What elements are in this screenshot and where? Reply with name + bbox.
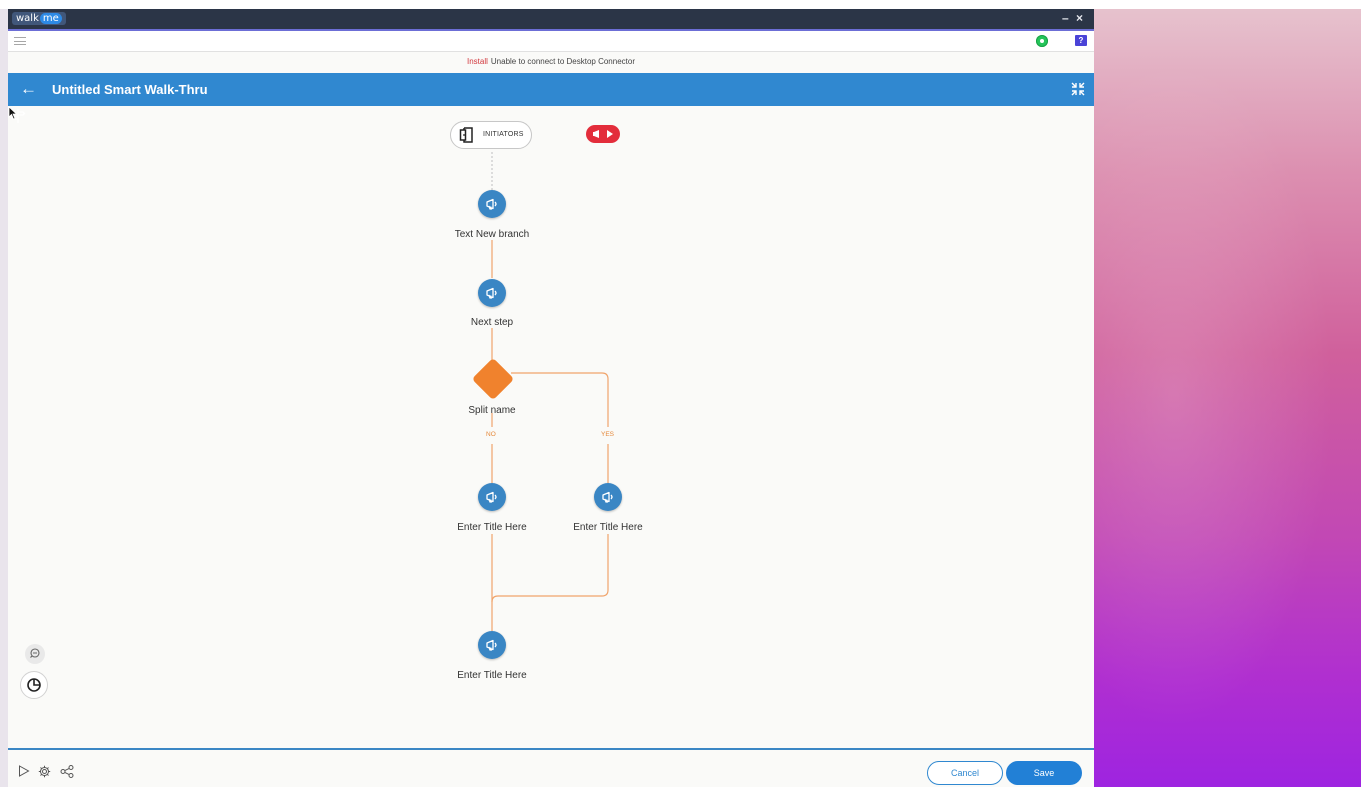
- launch-play-badge[interactable]: [586, 125, 620, 143]
- minimap-button[interactable]: [20, 671, 48, 699]
- connection-status-icon[interactable]: [1036, 35, 1048, 47]
- minimize-button[interactable]: –: [1062, 11, 1069, 25]
- top-toolbar: ?: [8, 31, 1094, 52]
- zoom-button[interactable]: [25, 644, 45, 664]
- megaphone-icon: [486, 198, 497, 210]
- step-node-yes-branch[interactable]: [594, 483, 622, 511]
- megaphone-icon: [486, 639, 497, 651]
- door-enter-icon: [459, 127, 473, 143]
- megaphone-icon: [486, 287, 497, 299]
- editor-header: ← Untitled Smart Walk-Thru: [8, 73, 1094, 106]
- hamburger-menu-icon[interactable]: [14, 37, 26, 45]
- step-node-no-branch[interactable]: [478, 483, 506, 511]
- save-button[interactable]: Save: [1006, 761, 1082, 785]
- walkme-editor-window: walk me – × ? Install Unable to connect to…: [8, 9, 1094, 787]
- help-icon[interactable]: ?: [1075, 35, 1087, 46]
- step-node-text-new-branch[interactable]: [478, 190, 506, 218]
- branch-no-label: NO: [486, 431, 496, 438]
- step-node-merge[interactable]: [478, 631, 506, 659]
- logo-badge: me: [39, 13, 62, 24]
- connector-notice: Install Unable to connect to Desktop Conn…: [8, 52, 1094, 72]
- step-label: Enter Title Here: [573, 522, 643, 533]
- step-label: Text New branch: [454, 229, 530, 240]
- step-label: Next step: [470, 317, 514, 328]
- step-node-next-step[interactable]: [478, 279, 506, 307]
- close-button[interactable]: ×: [1076, 11, 1083, 25]
- share-icon[interactable]: [60, 765, 74, 778]
- collapse-icon[interactable]: [1071, 82, 1085, 96]
- step-label: Enter Title Here: [457, 670, 527, 681]
- play-icon[interactable]: [18, 765, 30, 777]
- megaphone-icon: [602, 491, 613, 503]
- megaphone-play-icon: [593, 130, 613, 138]
- title-bar: walk me – ×: [8, 9, 1094, 31]
- notice-message: Unable to connect to Desktop Connector: [490, 57, 635, 66]
- megaphone-icon: [486, 491, 497, 503]
- cancel-button[interactable]: Cancel: [927, 761, 1003, 785]
- logo-text: walk: [16, 13, 39, 24]
- page-title: Untitled Smart Walk-Thru: [52, 82, 208, 97]
- pie-chart-icon: [27, 678, 41, 692]
- back-arrow-icon[interactable]: ←: [20, 80, 37, 98]
- flow-connectors: [491, 152, 609, 631]
- branch-yes-label: YES: [601, 431, 615, 438]
- desktop-background: [1094, 0, 1361, 787]
- initiators-label: INITIATORS: [483, 131, 524, 138]
- split-label: Split name: [468, 405, 516, 416]
- zoom-icon: [30, 648, 40, 658]
- initiators-button[interactable]: INITIATORS: [450, 121, 532, 149]
- install-link[interactable]: Install: [467, 57, 488, 66]
- screen-top-strip: [0, 0, 1361, 9]
- walkme-logo: walk me: [12, 12, 66, 25]
- mouse-pointer-icon: [8, 106, 18, 120]
- flow-canvas[interactable]: INITIATORS Text New branch Next step Spl…: [8, 106, 1094, 748]
- gear-icon[interactable]: [38, 765, 51, 778]
- footer-bar: Cancel Save: [8, 748, 1094, 787]
